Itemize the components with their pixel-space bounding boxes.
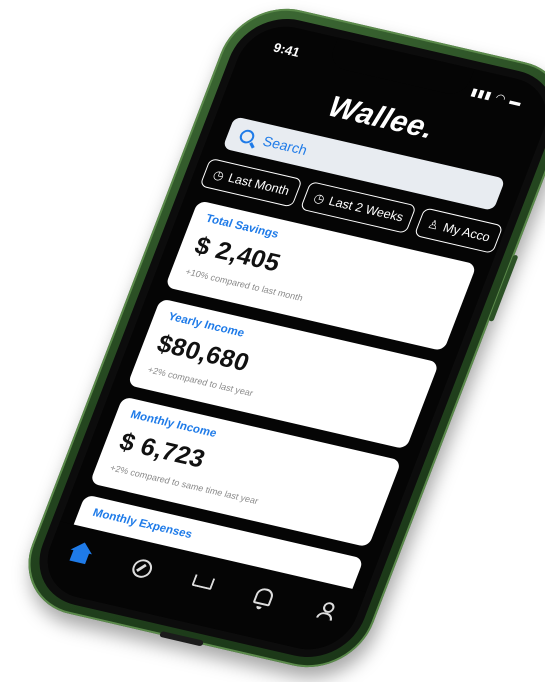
account-icon: ♙: [425, 216, 442, 233]
bell-icon: [253, 586, 276, 607]
profile-icon: [316, 600, 336, 620]
tab-explore[interactable]: [123, 552, 162, 583]
phone-mockup: 9:41 ▮▮▮ ◠ ▬ Wallee. Search ◷ Last Month…: [0, 0, 545, 680]
tab-notifications[interactable]: [245, 581, 284, 612]
tab-profile[interactable]: [306, 595, 345, 626]
tab-cart[interactable]: [184, 567, 223, 598]
cart-icon: [191, 574, 216, 591]
home-icon: [69, 549, 90, 565]
status-icons: ▮▮▮ ◠ ▬: [468, 86, 524, 110]
filter-label: My Acco: [441, 220, 493, 245]
filter-label: Last 2 Weeks: [326, 194, 406, 225]
phone-device: 9:41 ▮▮▮ ◠ ▬ Wallee. Search ◷ Last Month…: [10, 0, 545, 680]
filter-label: Last Month: [226, 170, 292, 199]
status-time: 9:41: [271, 39, 303, 60]
filter-my-account[interactable]: ♙ My Acco: [414, 207, 504, 254]
clock-icon: ◷: [211, 167, 227, 183]
clock-icon: ◷: [311, 190, 327, 207]
filter-last-month[interactable]: ◷ Last Month: [199, 157, 304, 208]
search-input[interactable]: Search: [261, 133, 310, 158]
search-icon: [237, 128, 257, 145]
compass-icon: [129, 556, 155, 580]
tab-home[interactable]: [62, 538, 101, 569]
